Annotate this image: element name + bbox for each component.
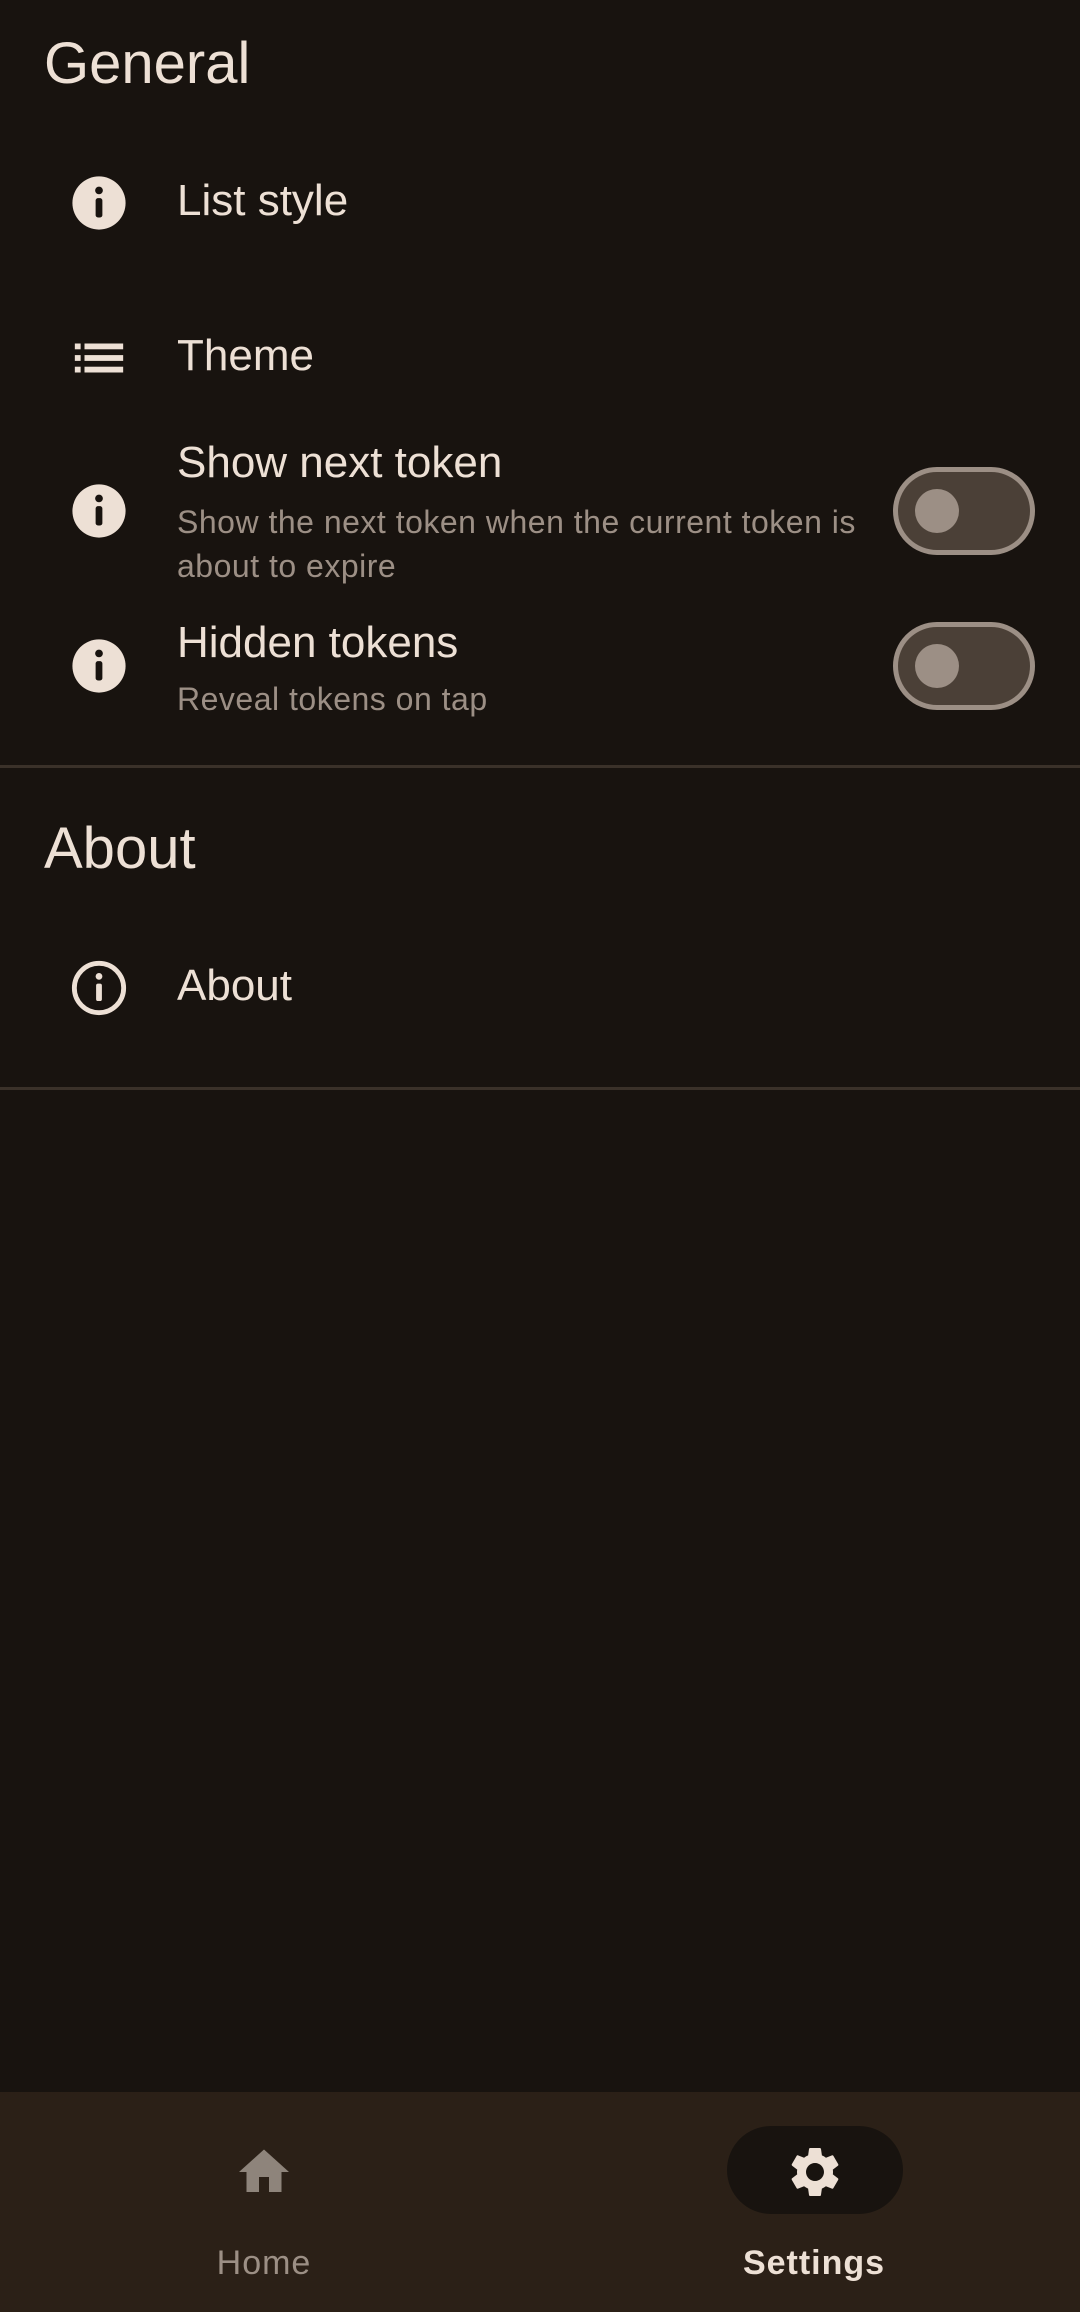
bottom-navigation-bar: Home Settings [0,2092,1080,2312]
setting-item-label: List style [177,176,349,225]
info-filled-icon [70,482,128,540]
setting-item-theme[interactable]: Theme [0,305,1080,415]
list-icon [70,329,128,387]
setting-item-label: Show next token [177,438,503,487]
nav-label-home: Home [216,2244,312,2282]
setting-item-about[interactable]: About [0,933,1080,1043]
toggle-knob [915,644,959,688]
section-title-about: About [44,816,196,881]
setting-item-show-next-token[interactable]: Show next token Show the next token when… [0,430,1080,590]
info-outline-icon [70,959,128,1017]
setting-item-label: Theme [177,331,314,380]
settings-screen: General List style Theme Show next token… [0,0,1080,2312]
hidden-tokens-toggle[interactable] [893,622,1035,710]
section-divider [0,765,1080,768]
show-next-token-toggle[interactable] [893,467,1035,555]
section-title-general: General [44,31,251,96]
setting-item-list-style[interactable]: List style [0,150,1080,260]
nav-item-home[interactable]: Home [0,2092,540,2312]
info-filled-icon [70,174,128,232]
setting-item-label: About [177,961,292,1010]
nav-item-settings[interactable]: Settings [540,2092,1080,2312]
nav-label-settings: Settings [742,2244,886,2282]
toggle-knob [915,489,959,533]
setting-item-subtitle: Reveal tokens on tap [177,681,488,717]
setting-item-label: Hidden tokens [177,618,459,667]
gear-icon [785,2142,845,2202]
setting-item-hidden-tokens[interactable]: Hidden tokens Reveal tokens on tap [0,615,1080,725]
home-icon [234,2142,294,2202]
setting-item-subtitle: Show the next token when the current tok… [177,504,856,584]
section-divider [0,1087,1080,1090]
info-filled-icon [70,637,128,695]
